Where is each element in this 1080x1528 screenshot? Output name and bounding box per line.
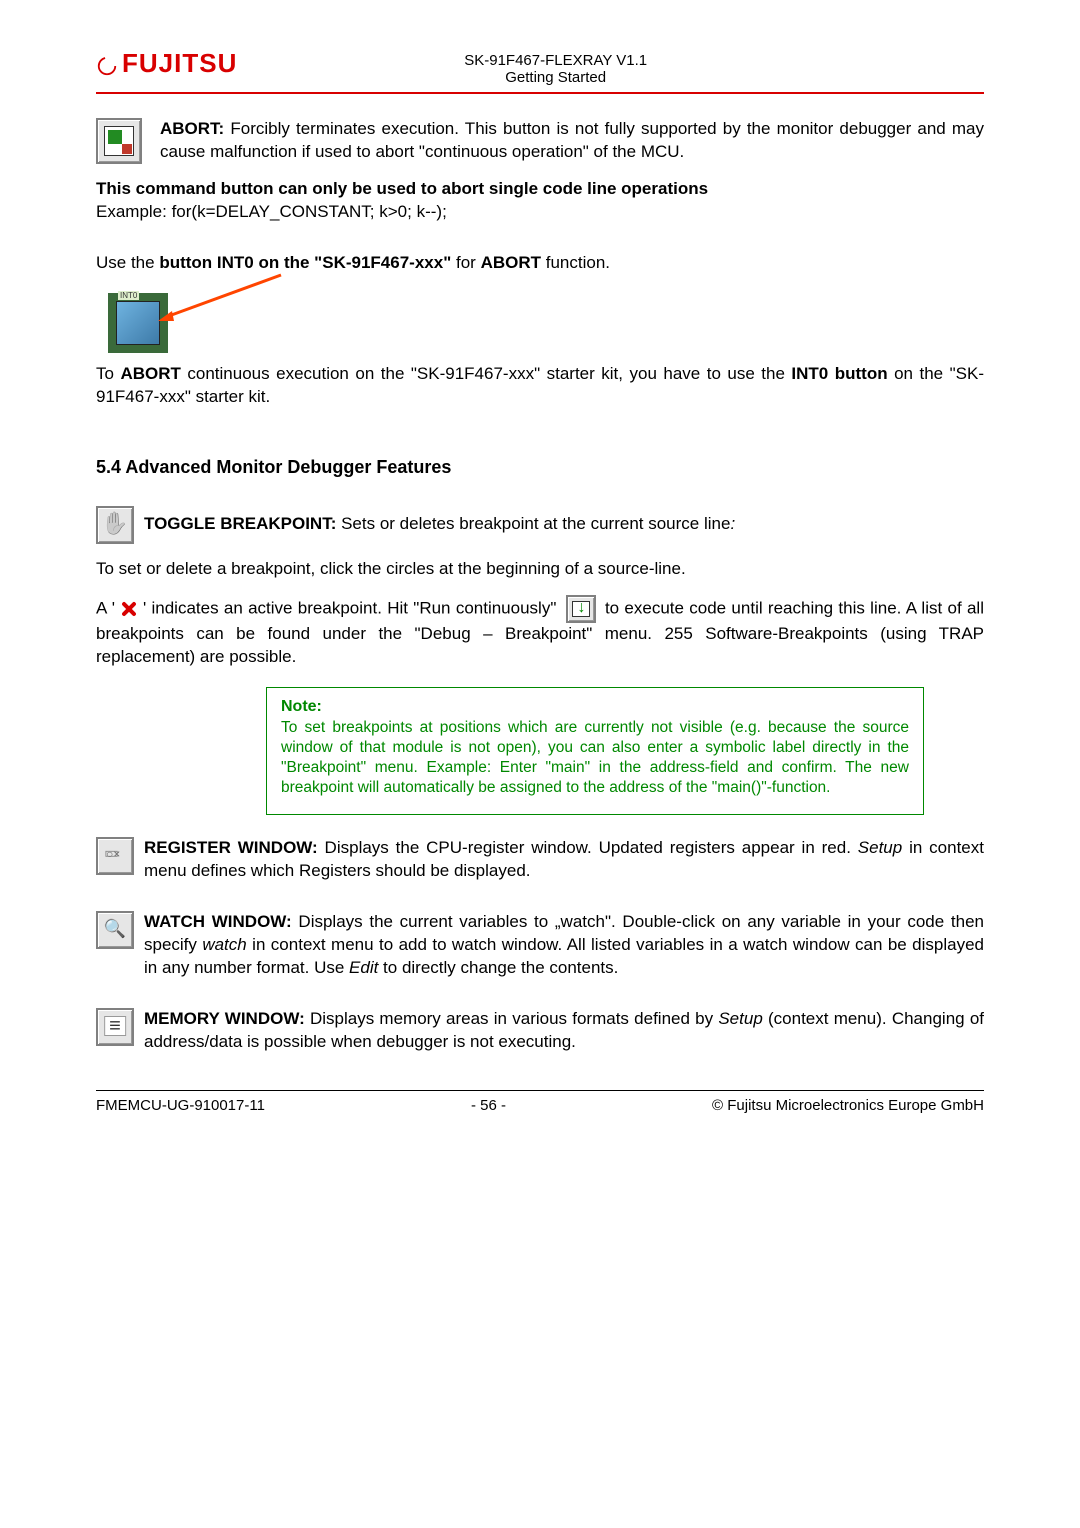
abort-bold-block: This command button can only be used to …: [96, 178, 984, 224]
note-box: Note: To set breakpoints at positions wh…: [266, 687, 924, 816]
abort-title: ABORT:: [160, 119, 224, 138]
abort-example: Example: for(k=DELAY_CONSTANT; k>0; k--)…: [96, 202, 447, 221]
page-footer: FMEMCU-UG-910017-11 - 56 - © Fujitsu Mic…: [96, 1090, 984, 1114]
arrow-icon: [156, 273, 286, 323]
abort-icon: [96, 118, 142, 164]
watch-window-icon: [96, 911, 134, 949]
memory-text1: Displays memory areas in various formats…: [305, 1009, 719, 1028]
abort-bold-line: This command button can only be used to …: [96, 179, 708, 198]
memory-block: MEMORY WINDOW: Displays memory areas in …: [96, 1008, 984, 1054]
watch-text3: to directly change the contents.: [378, 958, 618, 977]
watch-block: WATCH WINDOW: Displays the current varia…: [96, 911, 984, 980]
toggle-text: Sets or deletes breakpoint at the curren…: [336, 514, 730, 533]
note-title: Note:: [281, 698, 909, 716]
abort-use-line: Use the button INT0 on the "SK-91F467-xx…: [96, 252, 984, 275]
memory-window-icon: [96, 1008, 134, 1046]
chip-icon: INT0: [108, 293, 168, 353]
abort-block: ABORT: Forcibly terminates execution. Th…: [96, 118, 984, 164]
brand-text: FUJITSU: [122, 48, 237, 79]
abort-use-end: function.: [541, 253, 610, 272]
doc-title: SK-91F467-FLEXRAY V1.1: [237, 52, 874, 69]
run-continuously-icon: [566, 595, 596, 623]
register-ital: Setup: [858, 838, 902, 857]
header-rule: [96, 92, 984, 94]
toggle-p2a: A ': [96, 598, 115, 617]
watch-ital2: Edit: [349, 958, 378, 977]
footer-left: FMEMCU-UG-910017-11: [96, 1097, 265, 1114]
memory-ital: Setup: [718, 1009, 762, 1028]
abort-text1: Forcibly terminates execution. This butt…: [160, 119, 984, 161]
toggle-line2: To set or delete a breakpoint, click the…: [96, 558, 984, 581]
toggle-para2: A ' ' indicates an active breakpoint. Hit…: [96, 595, 984, 669]
abort-use-pre: Use the: [96, 253, 159, 272]
footer-rule: [96, 1090, 984, 1091]
footer-right: © Fujitsu Microelectronics Europe GmbH: [712, 1097, 984, 1114]
hand-icon: [96, 506, 134, 544]
toggle-colon: :: [730, 514, 735, 533]
register-block: REGISTER WINDOW: Displays the CPU-regist…: [96, 837, 984, 883]
section-5-4-heading: 5.4 Advanced Monitor Debugger Features: [96, 457, 984, 478]
register-text: Displays the CPU-register window. Update…: [318, 838, 858, 857]
abort-use-abort: ABORT: [481, 253, 541, 272]
header-titles: SK-91F467-FLEXRAY V1.1 Getting Started: [237, 52, 874, 86]
toggle-p2b: ' indicates an active breakpoint. Hit "R…: [143, 598, 562, 617]
footer-center: - 56 -: [471, 1097, 506, 1114]
register-window-icon: [96, 837, 134, 875]
note-text: To set breakpoints at positions which ar…: [281, 718, 909, 799]
abort-use-post: for: [451, 253, 480, 272]
register-title: REGISTER WINDOW:: [144, 838, 318, 857]
abort-continuous: To ABORT continuous execution on the "SK…: [96, 363, 984, 409]
watch-title: WATCH WINDOW:: [144, 912, 292, 931]
abort-cont-b: ABORT: [120, 364, 180, 383]
page-header: FUJITSU SK-91F467-FLEXRAY V1.1 Getting S…: [96, 48, 984, 86]
chip-illustration: INT0: [96, 293, 984, 353]
abort-cont-b2: INT0 button: [791, 364, 887, 383]
toggle-block: TOGGLE BREAKPOINT: Sets or deletes break…: [96, 506, 984, 544]
watch-ital1: watch: [202, 935, 246, 954]
doc-subtitle: Getting Started: [237, 69, 874, 86]
abort-cont-mid: continuous execution on the "SK-91F467-x…: [181, 364, 792, 383]
logo-swirl-icon: [96, 53, 118, 75]
chip-label: INT0: [118, 291, 139, 300]
brand-logo: FUJITSU: [96, 48, 237, 79]
toggle-title: TOGGLE BREAKPOINT:: [144, 514, 336, 533]
memory-title: MEMORY WINDOW:: [144, 1009, 305, 1028]
breakpoint-x-icon: [119, 599, 139, 619]
abort-use-bold: button INT0 on the "SK-91F467-xxx": [159, 253, 451, 272]
abort-cont-pre: To: [96, 364, 120, 383]
